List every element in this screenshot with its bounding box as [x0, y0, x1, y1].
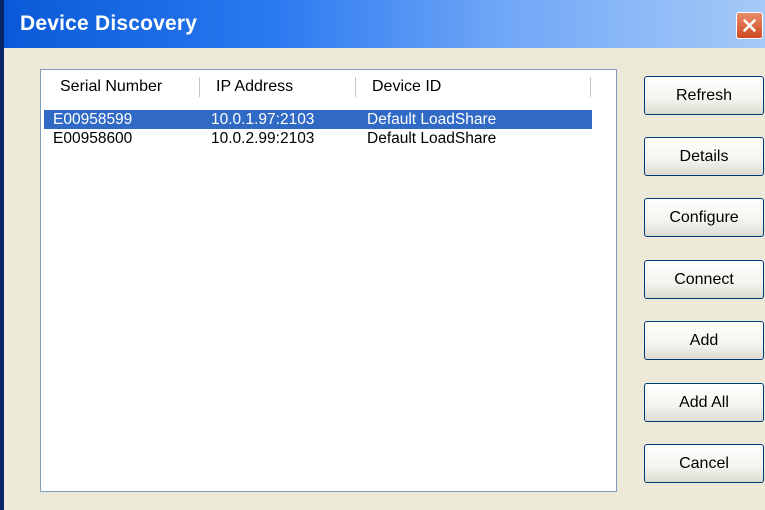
- table-row[interactable]: E00958600 10.0.2.99:2103 Default LoadSha…: [44, 129, 592, 148]
- window-title: Device Discovery: [20, 12, 198, 35]
- configure-button[interactable]: Configure: [644, 198, 764, 237]
- column-divider[interactable]: [199, 77, 200, 97]
- cell-ip-address: 10.0.2.99:2103: [211, 130, 315, 147]
- cell-ip-address: 10.0.1.97:2103: [211, 111, 315, 128]
- column-header-serial-number[interactable]: Serial Number: [49, 70, 199, 103]
- title-bar[interactable]: Device Discovery: [4, 0, 765, 48]
- add-all-button[interactable]: Add All: [644, 383, 764, 422]
- cell-serial-number: E00958600: [53, 130, 133, 147]
- connect-button[interactable]: Connect: [644, 260, 764, 299]
- refresh-button[interactable]: Refresh: [644, 76, 764, 115]
- cancel-button[interactable]: Cancel: [644, 444, 764, 483]
- close-button[interactable]: [736, 12, 763, 39]
- cell-serial-number: E00958599: [53, 111, 133, 128]
- device-discovery-window: Device Discovery Serial Number IP Addres…: [0, 0, 765, 510]
- add-button[interactable]: Add: [644, 321, 764, 360]
- column-header-device-id[interactable]: Device ID: [361, 70, 591, 103]
- table-row[interactable]: E00958599 10.0.1.97:2103 Default LoadSha…: [44, 110, 592, 129]
- column-divider[interactable]: [590, 77, 591, 97]
- column-divider[interactable]: [355, 77, 356, 97]
- device-list[interactable]: Serial Number IP Address Device ID E0095…: [40, 69, 617, 492]
- dialog-client-area: Serial Number IP Address Device ID E0095…: [4, 48, 765, 510]
- cell-device-id: Default LoadShare: [367, 130, 497, 147]
- column-header-ip-address[interactable]: IP Address: [205, 70, 355, 103]
- list-header: Serial Number IP Address Device ID: [41, 70, 616, 103]
- details-button[interactable]: Details: [644, 137, 764, 176]
- cell-device-id: Default LoadShare: [367, 111, 497, 128]
- close-icon: [743, 19, 756, 32]
